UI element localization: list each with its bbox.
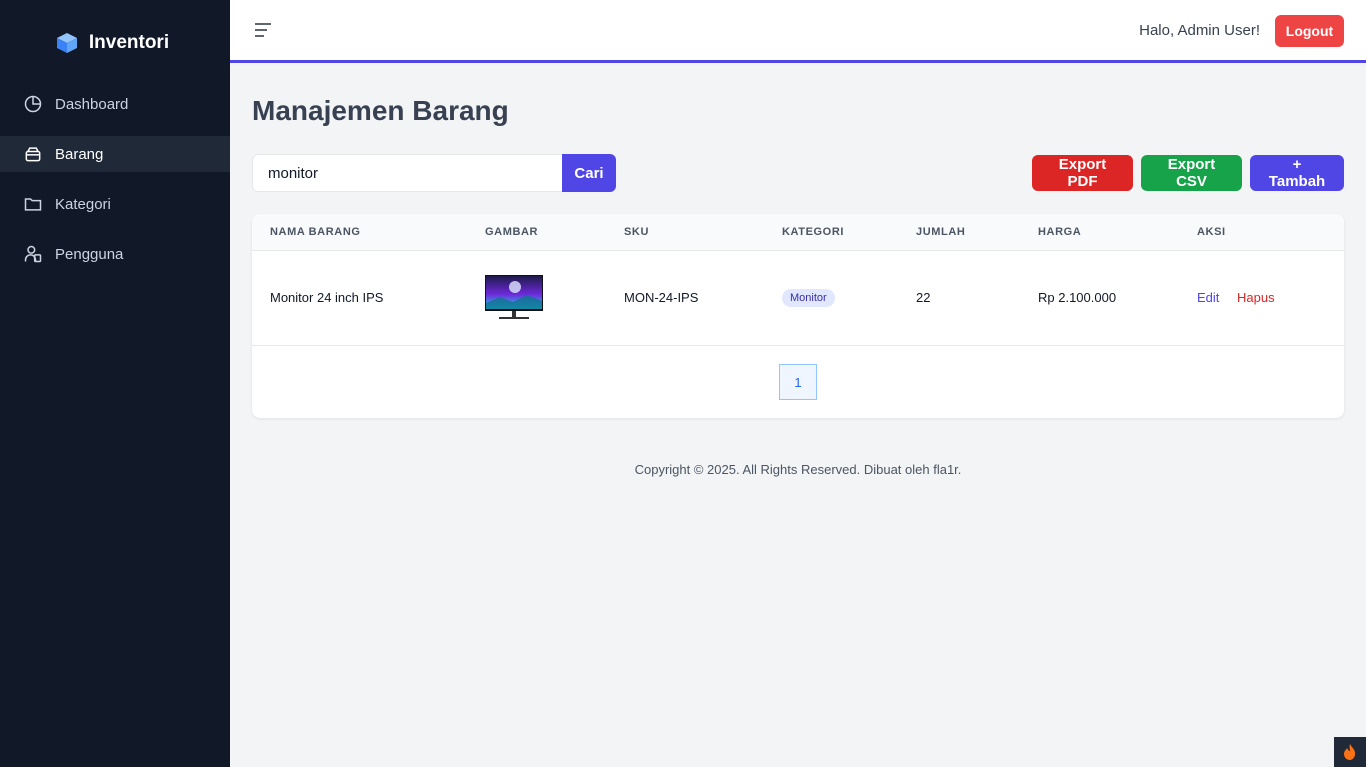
- users-icon: [24, 245, 42, 263]
- pie-chart-icon: [24, 95, 42, 113]
- item-name: Monitor 24 inch IPS: [270, 290, 384, 305]
- search-button[interactable]: Cari: [562, 154, 616, 192]
- column-header-price: HARGA: [1038, 225, 1082, 238]
- edit-link[interactable]: Edit: [1197, 290, 1219, 305]
- brand[interactable]: Inventori: [0, 0, 230, 86]
- item-quantity: 22: [916, 290, 931, 305]
- pagination-page-1[interactable]: 1: [779, 364, 817, 400]
- sidebar-item-kategori[interactable]: Kategori: [0, 186, 230, 222]
- flame-icon: [1344, 744, 1356, 760]
- corner-widget[interactable]: [1334, 737, 1366, 767]
- items-table-card: NAMA BARANG GAMBAR SKU KATEGORI JUMLAH H…: [252, 214, 1344, 418]
- folder-icon: [24, 198, 42, 211]
- item-sku: MON-24-IPS: [624, 290, 699, 305]
- column-header-sku: SKU: [624, 225, 650, 238]
- item-category-cell: Monitor: [764, 250, 898, 345]
- column-header-name: NAMA BARANG: [270, 225, 361, 238]
- topbar: Halo, Admin User! Logout: [230, 0, 1366, 63]
- user-greeting: Halo, Admin User!: [1139, 22, 1260, 39]
- sidebar-item-barang[interactable]: Barang: [0, 136, 230, 172]
- logout-button[interactable]: Logout: [1275, 15, 1344, 47]
- monitor-product-image: [485, 274, 543, 319]
- search-form: Cari: [252, 154, 616, 192]
- toolbar-actions: Export PDF Export CSV + Tambah: [1032, 155, 1344, 191]
- delete-link[interactable]: Hapus: [1237, 290, 1275, 305]
- column-header-quantity: JUMLAH: [916, 225, 966, 238]
- page-title: Manajemen Barang: [252, 95, 509, 126]
- column-header-image: GAMBAR: [485, 225, 539, 238]
- sidebar-item-dashboard[interactable]: Dashboard: [0, 86, 230, 122]
- export-csv-button[interactable]: Export CSV: [1141, 155, 1242, 191]
- box-icon: [25, 147, 41, 162]
- column-header-category: KATEGORI: [782, 225, 845, 238]
- search-input[interactable]: [252, 154, 562, 192]
- sidebar: Inventori Dashboard Barang Kategori Peng…: [0, 0, 230, 767]
- sidebar-item-label: Barang: [55, 145, 104, 163]
- item-actions: Edit Hapus: [1179, 250, 1344, 345]
- sidebar-item-pengguna[interactable]: Pengguna: [0, 236, 230, 272]
- category-badge: Monitor: [782, 288, 835, 307]
- column-header-actions: AKSI: [1197, 225, 1226, 238]
- footer-copyright: Copyright © 2025. All Rights Reserved. D…: [634, 462, 962, 477]
- sidebar-item-label: Kategori: [55, 195, 111, 213]
- sidebar-item-label: Pengguna: [55, 245, 124, 263]
- item-price: Rp 2.100.000: [1038, 290, 1117, 305]
- sidebar-item-label: Dashboard: [55, 95, 129, 113]
- items-table: NAMA BARANG GAMBAR SKU KATEGORI JUMLAH H…: [252, 214, 1344, 346]
- item-image-cell: [467, 250, 606, 345]
- export-pdf-button[interactable]: Export PDF: [1032, 155, 1133, 191]
- brand-name: Inventori: [88, 32, 170, 53]
- table-row: Monitor 24 inch IPS MON-24-IPS Monitor 2…: [252, 250, 1344, 345]
- menu-icon[interactable]: [254, 22, 272, 38]
- add-item-button[interactable]: + Tambah: [1250, 155, 1344, 191]
- table-header-row: NAMA BARANG GAMBAR SKU KATEGORI JUMLAH H…: [252, 214, 1344, 250]
- cube-icon: [56, 33, 77, 53]
